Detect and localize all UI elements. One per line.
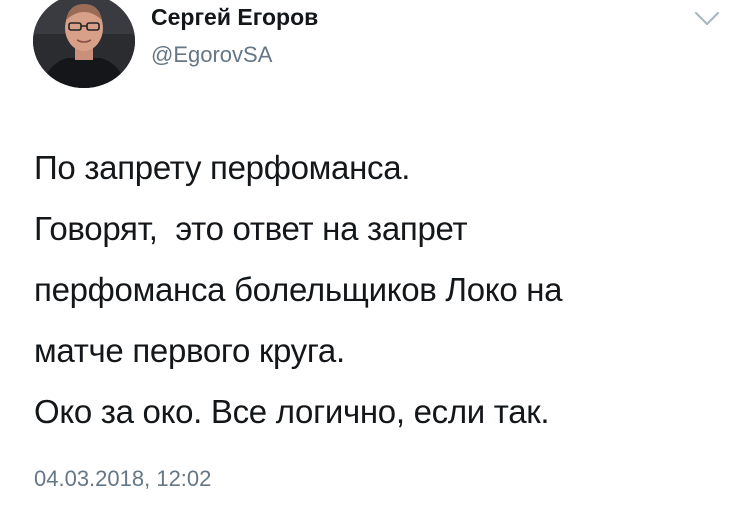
- tweet-timestamp[interactable]: 04.03.2018, 12:02: [34, 466, 211, 492]
- author-display-name[interactable]: Сергей Егоров: [151, 4, 318, 31]
- tweet-text-line: Говорят, это ответ на запрет: [34, 210, 468, 247]
- avatar[interactable]: [33, 0, 135, 88]
- tweet-text-line: По запрету перфоманса.: [34, 149, 411, 186]
- tweet-text-line: матче первого круга.: [34, 332, 345, 369]
- tweet-text-line: Око за око. Все логично, если так.: [34, 393, 550, 430]
- author-handle[interactable]: @EgorovSA: [151, 42, 272, 68]
- profile-photo-icon: [33, 0, 135, 88]
- tweet-text-line: перфоманса болельщиков Локо на: [34, 271, 563, 308]
- chevron-down-icon[interactable]: [692, 6, 722, 30]
- tweet-text: По запрету перфоманса. Говорят, это отве…: [34, 137, 724, 442]
